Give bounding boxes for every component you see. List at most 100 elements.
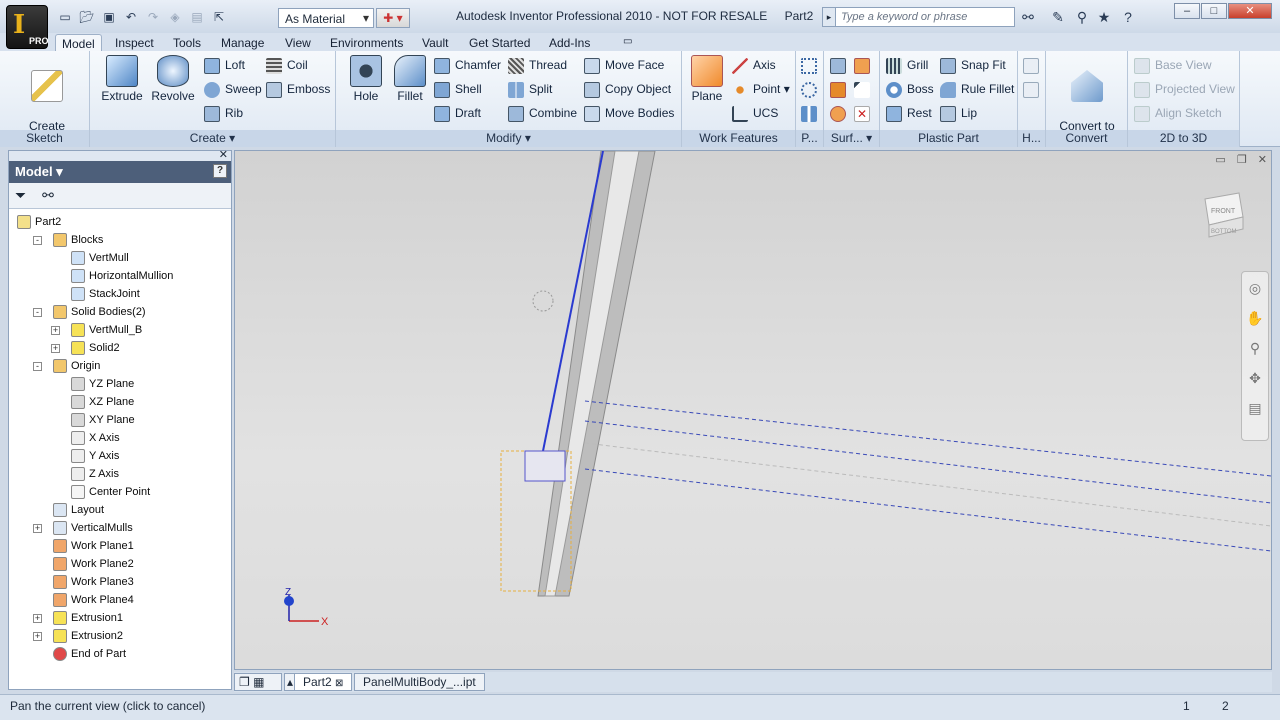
delete-face-button[interactable]: ✕ — [854, 103, 875, 123]
communication-icon[interactable]: ⚲ — [1072, 8, 1092, 26]
combine-button[interactable]: Combine — [508, 103, 577, 123]
fillet-button[interactable]: Fillet — [388, 55, 432, 104]
tree-node[interactable]: Center Point — [9, 483, 231, 501]
tab-vault[interactable]: Vault — [416, 34, 454, 52]
base-view-button[interactable]: Base View — [1134, 55, 1211, 75]
expand-icon[interactable]: + — [33, 632, 42, 641]
open-icon[interactable]: 📂︎ — [78, 9, 96, 25]
close-button[interactable]: ✕ — [1228, 3, 1272, 19]
tab-manage[interactable]: Manage — [215, 34, 270, 52]
expand-icon[interactable]: + — [33, 614, 42, 623]
trim-button[interactable] — [830, 103, 851, 123]
undo-icon[interactable]: ↶ — [122, 9, 140, 25]
grill-button[interactable]: Grill — [886, 55, 928, 75]
tree-node[interactable]: - Origin — [9, 357, 231, 375]
tree-node[interactable]: Part2 — [9, 213, 231, 231]
minimize-button[interactable]: – — [1174, 3, 1200, 19]
thread-button[interactable]: Thread — [508, 55, 567, 75]
rectangular-pattern-button[interactable] — [801, 55, 822, 75]
tree-node[interactable]: XY Plane — [9, 411, 231, 429]
expand-icon[interactable]: + — [33, 524, 42, 533]
tree-node[interactable]: X Axis — [9, 429, 231, 447]
application-menu-button[interactable]: I PRO — [6, 5, 49, 49]
harness-tool-2-button[interactable] — [1023, 79, 1044, 99]
tree-node[interactable]: XZ Plane — [9, 393, 231, 411]
tree-node[interactable]: + Extrusion2 — [9, 627, 231, 645]
tab-get-started[interactable]: Get Started — [463, 34, 536, 52]
tree-node[interactable]: End of Part — [9, 645, 231, 663]
panel-title-modify[interactable]: Modify ▾ — [336, 130, 681, 147]
doc-tab-panelmultibody[interactable]: PanelMultiBody_...ipt — [354, 673, 485, 691]
tree-node[interactable]: YZ Plane — [9, 375, 231, 393]
chamfer-button[interactable]: Chamfer — [434, 55, 501, 75]
orbit-icon[interactable]: ✥ — [1245, 368, 1265, 388]
panel-title-surface[interactable]: Surf... ▾ — [824, 130, 879, 147]
tree-node[interactable]: VertMull — [9, 249, 231, 267]
zoom-icon[interactable]: ⚲ — [1245, 338, 1265, 358]
tree-node[interactable]: Y Axis — [9, 447, 231, 465]
tab-model[interactable]: Model — [55, 34, 102, 52]
rest-button[interactable]: Rest — [886, 103, 932, 123]
material-select[interactable]: As Material — [278, 8, 374, 28]
extrude-button[interactable]: Extrude — [96, 55, 148, 104]
update-icon[interactable]: ▤ — [188, 9, 206, 25]
shell-button[interactable]: Shell — [434, 79, 482, 99]
redo-icon[interactable]: ↷ — [144, 9, 162, 25]
expand-icon[interactable]: + — [51, 326, 60, 335]
graphics-viewport[interactable]: ▭ ❐ ✕ X Z FRONT BOTTOM ◎ ✋ ⚲ ✥ ▤ — [234, 150, 1272, 670]
search-expand-icon[interactable]: ▸ — [822, 7, 836, 27]
tab-environments[interactable]: Environments — [324, 34, 409, 52]
tree-node[interactable]: Work Plane4 — [9, 591, 231, 609]
binoculars-icon[interactable]: ⚯ — [1018, 8, 1038, 26]
tree-node[interactable]: + Solid2 — [9, 339, 231, 357]
tree-node[interactable]: Work Plane3 — [9, 573, 231, 591]
collapse-icon[interactable]: - — [33, 362, 42, 371]
help-icon[interactable]: ? — [1118, 8, 1138, 26]
save-icon[interactable]: ▣ — [100, 9, 118, 25]
align-sketch-button[interactable]: Align Sketch — [1134, 103, 1222, 123]
browser-help-icon[interactable]: ? — [213, 164, 227, 178]
lip-button[interactable]: Lip — [940, 103, 977, 123]
stitch-button[interactable] — [854, 55, 875, 75]
return-icon[interactable]: ⇱ — [210, 9, 228, 25]
minimize-ribbon-icon[interactable]: ▭ — [617, 34, 638, 52]
doc-tab-part2[interactable]: Part2 ⊠ — [294, 673, 353, 691]
collapse-icon[interactable]: - — [33, 308, 42, 317]
maximize-button[interactable]: □ — [1201, 3, 1227, 19]
boss-button[interactable]: Boss — [886, 79, 934, 99]
browser-title[interactable]: Model ▾ ? — [9, 161, 231, 183]
circular-pattern-button[interactable] — [801, 79, 822, 99]
hole-button[interactable]: Hole — [342, 55, 390, 104]
expand-icon[interactable]: + — [51, 344, 60, 353]
new-icon[interactable]: ▭ — [56, 9, 74, 25]
ucs-button[interactable]: UCS — [732, 103, 778, 123]
tab-view[interactable]: View — [279, 34, 317, 52]
revolve-button[interactable]: Revolve — [148, 55, 198, 104]
tree-node[interactable]: + VertMull_B — [9, 321, 231, 339]
tree-node[interactable]: - Blocks — [9, 231, 231, 249]
tree-node[interactable]: Layout — [9, 501, 231, 519]
steering-wheel-icon[interactable]: ◎ — [1245, 278, 1265, 298]
tree-node[interactable]: + Extrusion1 — [9, 609, 231, 627]
panel-title-create[interactable]: Create ▾ — [90, 130, 335, 147]
loft-button[interactable]: Loft — [204, 55, 245, 75]
color-override-button[interactable]: ✚ ▾ — [376, 8, 410, 28]
plane-button[interactable]: Plane — [686, 55, 728, 104]
patch-button[interactable] — [854, 79, 875, 99]
tree-node[interactable]: Work Plane1 — [9, 537, 231, 555]
pan-hand-icon[interactable]: ✋ — [1245, 308, 1265, 328]
snap-fit-button[interactable]: Snap Fit — [940, 55, 1006, 75]
rib-button[interactable]: Rib — [204, 103, 243, 123]
tree-node[interactable]: StackJoint — [9, 285, 231, 303]
draft-button[interactable]: Draft — [434, 103, 481, 123]
viewcube[interactable]: FRONT BOTTOM — [1201, 189, 1245, 239]
thicken-button[interactable] — [830, 55, 851, 75]
mirror-button[interactable] — [801, 103, 822, 123]
look-at-icon[interactable]: ▤ — [1245, 398, 1265, 418]
select-icon[interactable]: ◈ — [166, 9, 184, 25]
tab-tools[interactable]: Tools — [167, 34, 207, 52]
tree-node[interactable]: + VerticalMulls — [9, 519, 231, 537]
projected-view-button[interactable]: Projected View — [1134, 79, 1235, 99]
tree-node[interactable]: - Solid Bodies(2) — [9, 303, 231, 321]
find-icon[interactable]: ⚯ — [42, 187, 54, 203]
